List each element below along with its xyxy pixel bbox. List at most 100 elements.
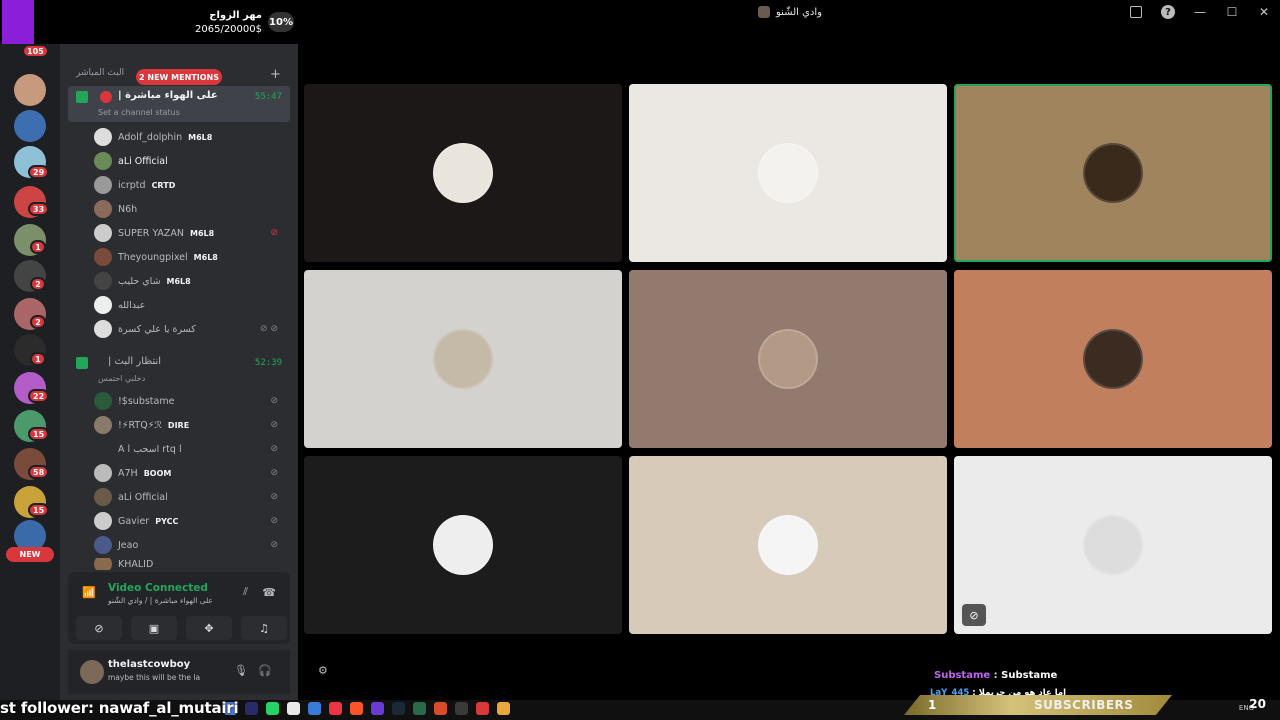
voice-member[interactable]: A l اسحب rtq l ⊘: [94, 438, 284, 460]
maximize-icon[interactable]: ☐: [1216, 0, 1248, 24]
noise-suppression-icon[interactable]: ⫽: [243, 585, 248, 599]
video-tile[interactable]: [629, 270, 947, 448]
voice-member[interactable]: N6h: [94, 198, 284, 220]
microphone-icon[interactable]: 🎙: [234, 664, 248, 677]
unread-badge: 29: [28, 165, 50, 179]
channel-status[interactable]: Set a channel status: [98, 108, 180, 117]
latest-follower-overlay: st follower: nawaf_al_mutairi: [0, 699, 239, 717]
help-icon[interactable]: ?: [1152, 0, 1184, 24]
camera-toggle-button[interactable]: ⊘: [76, 616, 122, 640]
channel-name: على الهواء مباشرة |: [118, 90, 218, 101]
member-name: كسرة يا علي كسرة: [118, 323, 196, 335]
screen-share-icon[interactable]: [1120, 0, 1152, 24]
member-name: شاي حليب: [118, 275, 161, 287]
unread-badge: 15: [28, 427, 50, 441]
server-icon[interactable]: [14, 110, 46, 142]
category-label[interactable]: البث المباشر: [76, 68, 124, 78]
channel-name: انتظار البث |: [108, 356, 162, 367]
channel-sidebar: البث المباشر 2 NEW MENTIONS + على الهواء…: [60, 44, 328, 700]
voice-status[interactable]: Video Connected: [108, 582, 208, 594]
member-name: Gavier: [118, 515, 150, 527]
voice-member[interactable]: icrptd CRTD: [94, 174, 284, 196]
voice-member[interactable]: aLi Official: [94, 150, 284, 172]
member-name: عبدالله: [118, 299, 146, 311]
avatar: [94, 200, 112, 218]
headset-icon[interactable]: 🎧: [258, 664, 272, 677]
user-panel: thelastcowboy maybe this will be the la …: [68, 650, 328, 694]
voice-member[interactable]: Adolf_dolphin M6L8: [94, 126, 284, 148]
disconnect-icon[interactable]: ☎: [262, 586, 276, 599]
activities-button[interactable]: ✥: [186, 616, 232, 640]
member-name: Theyoungpixel: [118, 251, 188, 263]
member-name: aLi Official: [118, 155, 168, 167]
username[interactable]: thelastcowboy: [108, 659, 190, 670]
voice-member[interactable]: A7H BOOM ⊘: [94, 462, 284, 484]
new-mentions-pill[interactable]: 2 NEW MENTIONS: [136, 69, 222, 85]
add-channel-icon[interactable]: +: [270, 67, 281, 82]
video-tile[interactable]: [304, 270, 622, 448]
voice-member[interactable]: Theyoungpixel M6L8: [94, 246, 284, 268]
deafen-icon: ⊘ ⊘: [260, 324, 278, 334]
goal-amount: 2065/20000$: [195, 24, 262, 35]
member-tag: CRTD: [151, 180, 176, 190]
chrome-icon[interactable]: [329, 702, 342, 715]
voice-member[interactable]: عبدالله: [94, 294, 284, 316]
close-icon[interactable]: ✕: [1248, 0, 1280, 24]
avatar: [758, 143, 818, 203]
soundboard-button[interactable]: ♫: [241, 616, 287, 640]
member-name: N6h: [118, 203, 138, 215]
voice-member[interactable]: Gavier PYCC ⊘: [94, 510, 284, 532]
server-icon[interactable]: [14, 74, 46, 106]
minimize-icon[interactable]: —: [1184, 0, 1216, 24]
app-icon[interactable]: [434, 702, 447, 715]
app-icon[interactable]: [371, 702, 384, 715]
video-tile[interactable]: ⊘: [954, 456, 1272, 634]
mute-icon: ⊘: [270, 516, 278, 526]
member-name: aLi Official: [118, 491, 168, 503]
signal-icon[interactable]: 📶: [82, 586, 96, 599]
voice-member[interactable]: KHALID: [94, 558, 284, 570]
voice-channel-path[interactable]: على الهواء مباشرة | / وادي الشّنو: [108, 596, 213, 605]
settings-icon[interactable]: ⚙: [318, 664, 328, 677]
video-tile[interactable]: [629, 456, 947, 634]
voice-member[interactable]: SUPER YAZAN M6L8 ⊘: [94, 222, 284, 244]
voice-member[interactable]: !⚡RTQ⚡ℛ DIRE ⊘: [94, 414, 284, 436]
app-icon[interactable]: [497, 702, 510, 715]
steam-icon[interactable]: [392, 702, 405, 715]
unread-badge: 1: [30, 240, 46, 254]
video-tile[interactable]: [954, 84, 1272, 262]
goal-title: مهر الزواج: [209, 10, 262, 21]
mute-icon: ⊘: [270, 492, 278, 502]
channel-timer: 52:39: [254, 358, 282, 368]
new-servers-pill[interactable]: NEW: [6, 547, 54, 562]
member-tag: PYCC: [155, 516, 179, 526]
screen-share-button[interactable]: ▣: [131, 616, 177, 640]
terminal-icon[interactable]: [413, 702, 426, 715]
video-tile[interactable]: [304, 456, 622, 634]
avatar: [94, 248, 112, 266]
voice-channel[interactable]: على الهواء مباشرة | 55:47 Set a channel …: [68, 86, 290, 122]
mail-icon[interactable]: [308, 702, 321, 715]
subscribers-overlay: 1 SUBSCRIBERS: [904, 695, 1172, 715]
voice-member[interactable]: aLi Official ⊘: [94, 486, 284, 508]
video-tile[interactable]: [629, 84, 947, 262]
voice-member[interactable]: !$substame ⊘: [94, 390, 284, 412]
avatar: [94, 558, 112, 570]
voice-channel[interactable]: انتظار البث | 52:39 دخلني احتمس: [68, 352, 290, 388]
premiere-icon[interactable]: [245, 702, 258, 715]
whatsapp-icon[interactable]: [266, 702, 279, 715]
member-name: !⚡RTQ⚡ℛ: [118, 419, 162, 431]
obs-icon[interactable]: [476, 702, 489, 715]
voice-member[interactable]: شاي حليب M6L8: [94, 270, 284, 292]
voice-member[interactable]: Jeao ⊘: [94, 534, 284, 556]
server-list: 29 33 1 2 2 1 22 15 58 15 NEW: [0, 0, 60, 700]
folder-icon[interactable]: [287, 702, 300, 715]
camera-off-icon: ⊘: [962, 604, 986, 626]
avatar[interactable]: [80, 660, 104, 684]
member-name: !$substame: [118, 395, 175, 407]
app-icon[interactable]: [455, 702, 468, 715]
brave-icon[interactable]: [350, 702, 363, 715]
voice-member[interactable]: كسرة يا علي كسرة ⊘ ⊘: [94, 318, 284, 340]
video-tile[interactable]: [304, 84, 622, 262]
video-tile[interactable]: [954, 270, 1272, 448]
